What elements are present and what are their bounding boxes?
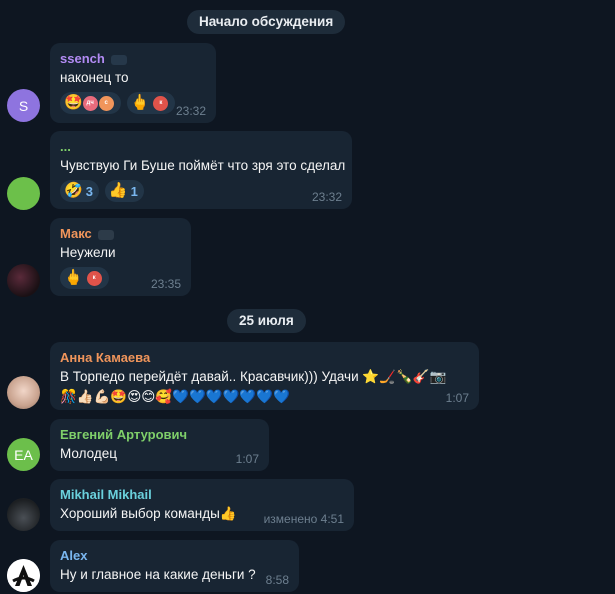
avatar[interactable]: EA [7, 438, 40, 471]
avatar-letter: S [18, 97, 29, 114]
message-bubble[interactable]: Евгений Артурович Молодец 1:07 [50, 419, 269, 471]
message-text: наконец то [60, 70, 129, 85]
reactions-bar: 🤣 3 👍 1 [60, 180, 342, 202]
date-separator: 25 июля [227, 309, 306, 333]
message-text: Ну и главное на какие деньги ? [60, 567, 256, 582]
message-text: Молодец [60, 446, 117, 461]
avatar[interactable] [7, 376, 40, 409]
message-bubble[interactable]: Анна Камаева В Торпедо перейдёт давай.. … [50, 342, 479, 410]
author-name[interactable]: ssench [60, 50, 206, 68]
middle-finger-emoji-icon: 🖕 [130, 94, 150, 111]
middle-finger-emoji-icon: 🖕 [64, 269, 83, 286]
avatar[interactable] [7, 264, 40, 297]
reaction-thumbs-up[interactable]: 👍 1 [104, 180, 144, 202]
reactor-avatar: с [97, 94, 115, 112]
message-item[interactable]: ... Чувствую Ги Буше поймёт что зря это … [0, 131, 615, 210]
message-text: В Торпедо перейдёт давай.. Красавчик))) … [60, 369, 447, 384]
badge-icon [97, 229, 114, 240]
reactor-avatar: дч [81, 94, 99, 112]
discussion-start-separator: Начало обсуждения [187, 10, 346, 34]
author-name[interactable]: Alex [60, 547, 289, 565]
message-text: Неужели [60, 245, 116, 260]
message-time: 1:07 [235, 452, 259, 466]
badge-icon [110, 54, 127, 65]
message-time: 8:58 [265, 573, 289, 587]
message-time: 1:07 [445, 391, 469, 405]
letter-a-logo-icon [7, 559, 40, 592]
message-bubble[interactable]: ... Чувствую Ги Буше поймёт что зря это … [50, 131, 352, 209]
message-item[interactable]: Alex Ну и главное на какие деньги ? 8:58 [0, 540, 615, 592]
star-struck-emoji-icon: 🤩 [64, 94, 83, 111]
reaction-middle-finger[interactable]: 🖕 к [60, 267, 109, 289]
author-name[interactable]: ... [60, 138, 342, 156]
author-name[interactable]: Макс [60, 225, 181, 243]
author-name[interactable]: Mikhail Mikhail [60, 486, 344, 504]
message-item[interactable]: S ssench наконец то 🤩 дч с 🖕 к 23:32 [0, 43, 615, 123]
message-item[interactable]: EA Евгений Артурович Молодец 1:07 [0, 419, 615, 471]
message-text: Чувствую Ги Буше поймёт что зря это сдел… [60, 158, 346, 173]
reactor-avatar: к [152, 94, 170, 112]
message-bubble[interactable]: Alex Ну и главное на какие деньги ? 8:58 [50, 540, 299, 592]
message-item[interactable]: Макс Неужели 🖕 к 23:35 [0, 218, 615, 297]
reactor-avatar: к [85, 269, 103, 287]
message-text: 🎊👍🏻💪🏻🤩😍😊🥰💙💙💙💙💙💙💙 [60, 389, 290, 404]
message-time: 23:32 [311, 190, 342, 204]
avatar[interactable] [7, 177, 40, 210]
message-time: 23:35 [150, 277, 181, 291]
message-item[interactable]: Mikhail Mikhail Хороший выбор команды👍 и… [0, 479, 615, 531]
author-name[interactable]: Евгений Артурович [60, 426, 259, 444]
message-time: 23:32 [175, 104, 206, 118]
avatar-letter: EA [14, 446, 33, 463]
rofl-emoji-icon: 🤣 [64, 182, 83, 199]
reaction-rofl[interactable]: 🤣 3 [60, 180, 99, 202]
avatar[interactable] [7, 498, 40, 531]
message-time: изменено 4:51 [263, 512, 344, 526]
author-name[interactable]: Анна Камаева [60, 349, 469, 367]
message-bubble[interactable]: ssench наконец то 🤩 дч с 🖕 к 23:32 [50, 43, 216, 123]
avatar[interactable]: S [7, 89, 40, 122]
reaction-count: 3 [85, 183, 93, 199]
message-item[interactable]: Анна Камаева В Торпедо перейдёт давай.. … [0, 342, 615, 410]
reaction-count: 1 [130, 183, 138, 199]
message-bubble[interactable]: Mikhail Mikhail Хороший выбор команды👍 и… [50, 479, 354, 531]
message-bubble[interactable]: Макс Неужели 🖕 к 23:35 [50, 218, 191, 296]
thumbs-up-emoji-icon: 👍 [108, 182, 128, 199]
reaction-star-struck[interactable]: 🤩 дч с [60, 92, 121, 114]
reaction-middle-finger[interactable]: 🖕 к [126, 92, 176, 114]
avatar[interactable] [7, 559, 40, 592]
